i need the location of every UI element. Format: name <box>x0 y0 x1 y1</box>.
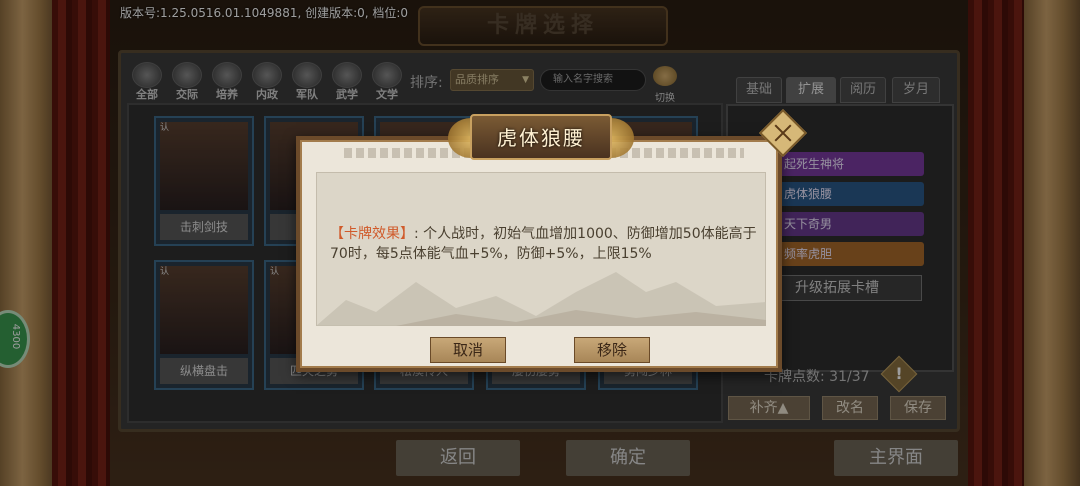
card-effect-description: 【卡牌效果】: 个人战时，初始气血增加1000、防御增加50体能高于70时，每5… <box>330 224 760 264</box>
dialog-title: 虎体狼腰 <box>497 126 585 150</box>
effect-key-label: 【卡牌效果】 <box>330 226 414 242</box>
remove-button[interactable]: 移除 <box>574 337 650 363</box>
cancel-button[interactable]: 取消 <box>430 337 506 363</box>
game-screen: 4300 卡牌选择 全部 交际 培养 内政 军队 武学 文学 排序: 品质排序 … <box>0 0 1080 486</box>
